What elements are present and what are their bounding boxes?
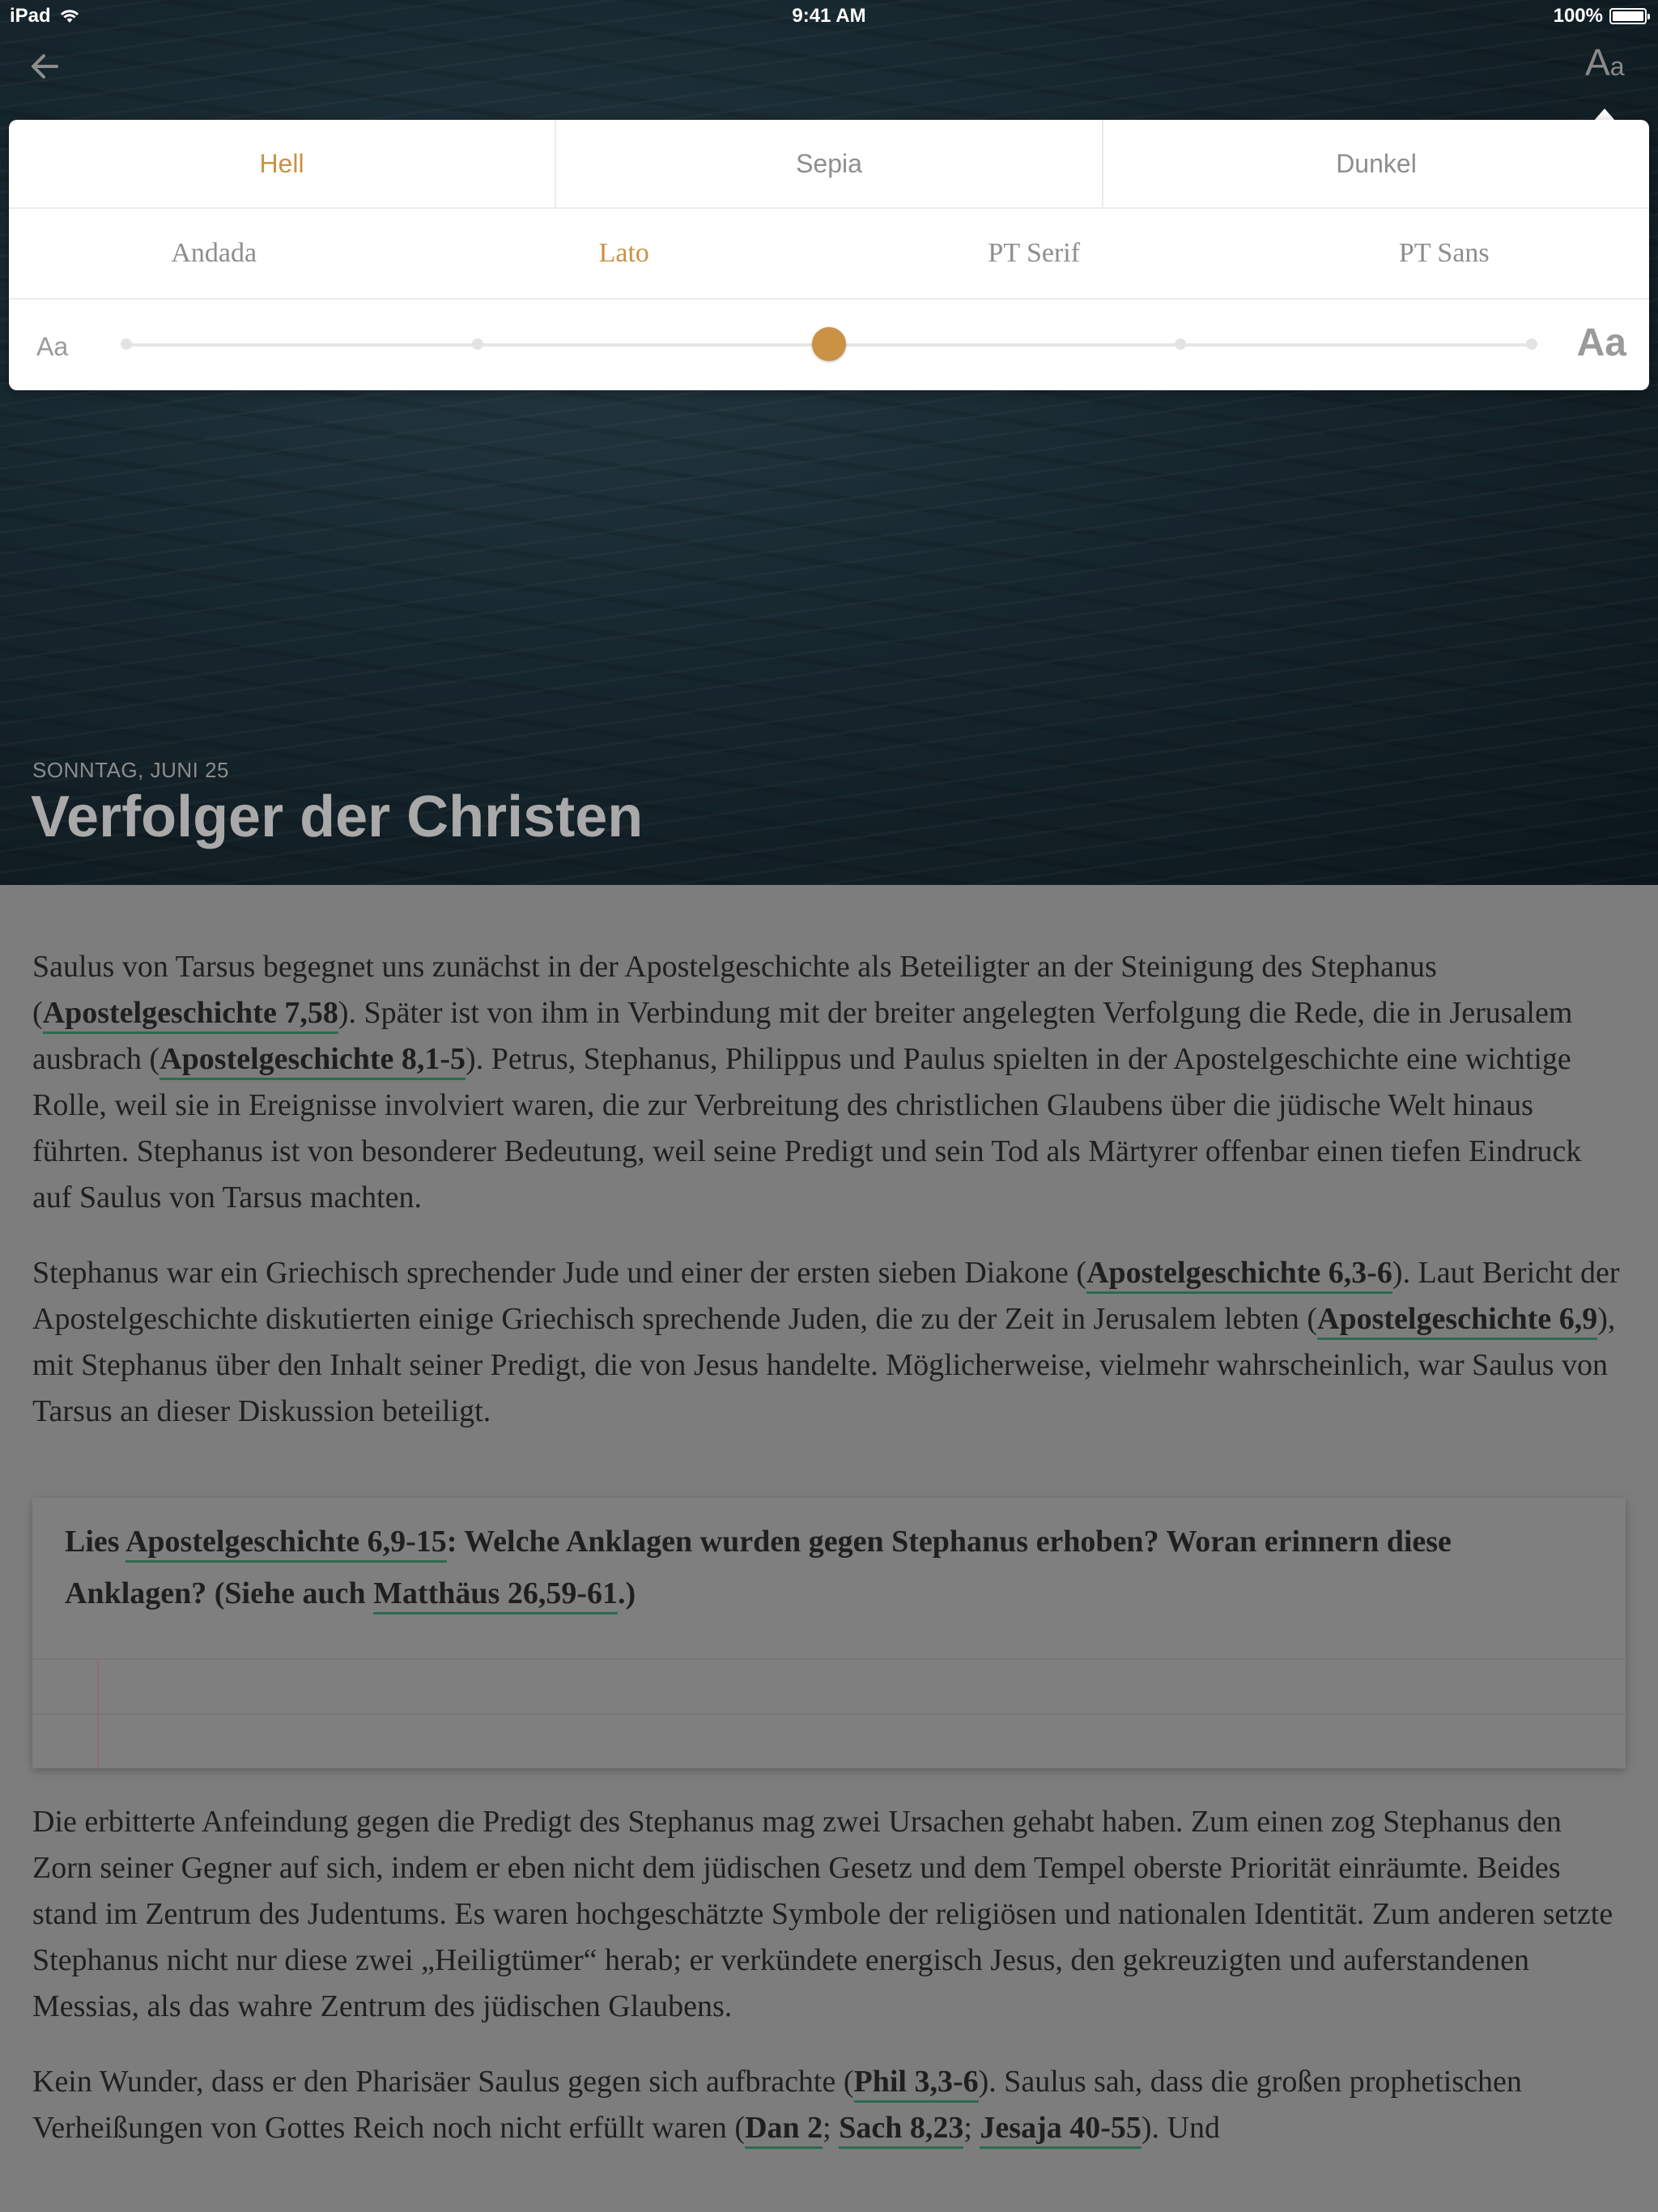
battery-icon — [1609, 8, 1650, 24]
bible-reference-link[interactable]: Apostelgeschichte 7,58 — [42, 996, 338, 1034]
question-text: Lies Apostelgeschichte 6,9-15: Welche An… — [65, 1516, 1587, 1619]
font-size-step-tick[interactable] — [1526, 338, 1537, 350]
font-size-large-label: Aa — [1576, 321, 1626, 364]
font-option-pt-serif[interactable]: PT Serif — [829, 209, 1239, 298]
answer-margin-line — [97, 1658, 99, 1768]
lesson-title: Verfolger der Christen — [31, 785, 644, 849]
text-run: ). Und — [1141, 2111, 1220, 2145]
arrow-left-icon — [32, 54, 58, 79]
text-settings-icon-large: A — [1585, 41, 1610, 83]
font-option-pt-sans[interactable]: PT Sans — [1239, 209, 1650, 298]
bible-reference-link[interactable]: Jesaja 40-55 — [980, 2111, 1141, 2149]
lesson-content-continued: Die erbitterte Anfeindung gegen die Pred… — [32, 1799, 1626, 2180]
paragraph-2: Stephanus war ein Griechisch sprechender… — [32, 1250, 1626, 1435]
theme-option-sepia[interactable]: Sepia — [556, 120, 1103, 207]
answer-rule — [32, 1713, 1626, 1715]
status-bar: iPad 9:41 AM 100% — [0, 0, 1658, 32]
text-run: .) — [618, 1576, 636, 1610]
bible-reference-link[interactable]: Apostelgeschichte 6,9-15 — [125, 1525, 447, 1563]
font-size-step-tick[interactable] — [1175, 338, 1186, 350]
font-size-slider-knob[interactable] — [812, 327, 846, 361]
paragraph-4: Kein Wunder, dass er den Pharisäer Saulu… — [32, 2059, 1626, 2151]
reading-settings-popover: Hell Sepia Dunkel Andada Lato PT Serif P… — [9, 120, 1649, 390]
font-selector: Andada Lato PT Serif PT Sans — [9, 209, 1649, 300]
font-option-andada[interactable]: Andada — [9, 209, 419, 298]
answer-rule — [32, 1658, 1626, 1660]
paragraph-1: Saulus von Tarsus begegnet uns zunächst … — [32, 944, 1626, 1221]
bible-reference-link[interactable]: Apostelgeschichte 6,3-6 — [1086, 1256, 1392, 1294]
paragraph-3: Die erbitterte Anfeindung gegen die Pred… — [32, 1799, 1626, 2030]
text-run: ; — [823, 2111, 840, 2145]
text-run: Stephanus war ein Griechisch sprechender… — [32, 1256, 1087, 1290]
answer-input-area[interactable] — [32, 1658, 1626, 1768]
status-right: 100% — [1553, 5, 1650, 28]
bible-reference-link[interactable]: Apostelgeschichte 8,1-5 — [159, 1042, 466, 1080]
font-size-step-tick[interactable] — [472, 338, 483, 350]
theme-selector: Hell Sepia Dunkel — [9, 120, 1649, 209]
text-run: ; — [963, 2111, 980, 2145]
text-settings-button[interactable]: A a — [1585, 40, 1634, 86]
bible-reference-link[interactable]: Sach 8,23 — [839, 2111, 964, 2149]
font-size-small-label: Aa — [36, 332, 69, 361]
question-box: Lies Apostelgeschichte 6,9-15: Welche An… — [32, 1498, 1626, 1768]
bible-reference-link[interactable]: Matthäus 26,59-61 — [373, 1576, 619, 1614]
lesson-date: SONNTAG, JUNI 25 — [32, 758, 230, 782]
lesson-content: Saulus von Tarsus begegnet uns zunächst … — [32, 944, 1626, 1464]
font-option-lato[interactable]: Lato — [419, 209, 830, 298]
font-size-row: Aa Aa — [9, 300, 1649, 390]
font-size-step-tick[interactable] — [121, 338, 132, 350]
bible-reference-link[interactable]: Phil 3,3-6 — [853, 2065, 979, 2103]
bible-reference-link[interactable]: Apostelgeschichte 6,9 — [1317, 1302, 1598, 1340]
theme-option-dunkel[interactable]: Dunkel — [1103, 120, 1649, 207]
text-run: Die erbitterte Anfeindung gegen die Pred… — [32, 1805, 1613, 2023]
battery-level — [1613, 11, 1643, 21]
battery-percent: 100% — [1553, 5, 1603, 27]
theme-option-hell[interactable]: Hell — [9, 120, 556, 207]
back-button[interactable] — [28, 49, 63, 84]
text-run: Lies — [65, 1525, 125, 1559]
text-run: Kein Wunder, dass er den Pharisäer Saulu… — [32, 2065, 854, 2099]
text-settings-icon-small: a — [1609, 52, 1625, 81]
bible-reference-link[interactable]: Dan 2 — [745, 2111, 823, 2149]
status-time: 9:41 AM — [792, 5, 866, 27]
